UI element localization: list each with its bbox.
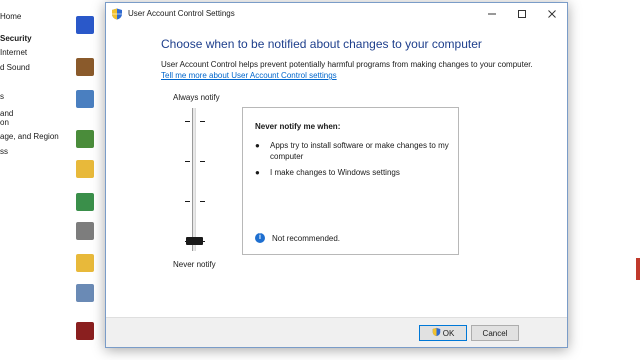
recommendation-text: Not recommended. (272, 234, 341, 243)
nav-item-ss[interactable]: ss (0, 147, 8, 156)
nav-item-security[interactable]: Security (0, 34, 32, 43)
nav-item-and[interactable]: and (0, 109, 13, 118)
ok-button[interactable]: OK (419, 325, 467, 341)
nav-item-home[interactable]: Home (0, 12, 21, 21)
dialog-footer: OK Cancel (106, 317, 567, 347)
uac-shield-icon (432, 327, 441, 339)
control-panel-icons (72, 0, 106, 360)
nav-item-on[interactable]: on (0, 118, 9, 127)
uac-shield-icon (111, 7, 123, 25)
ok-button-label: OK (442, 328, 455, 338)
info-title: Never notify me when: (255, 122, 341, 131)
background-scroll-marker (636, 258, 640, 280)
storage-icon[interactable] (76, 222, 94, 240)
slider-tick-left-3 (185, 161, 190, 162)
notification-level-slider[interactable] (176, 108, 212, 254)
uac-settings-dialog: User Account Control Settings Choose whe… (105, 2, 568, 348)
firewall-icon[interactable] (76, 58, 94, 76)
page-heading: Choose when to be notified about changes… (161, 37, 482, 51)
system-icon[interactable] (76, 90, 94, 108)
flag-icon[interactable] (76, 16, 94, 34)
tools-icon[interactable] (76, 284, 94, 302)
power-icon[interactable] (76, 130, 94, 148)
control-panel-nav: Home Security Internet d Sound s and on … (0, 0, 70, 360)
folder-icon[interactable] (76, 160, 94, 178)
description-text: User Account Control helps prevent poten… (161, 60, 533, 69)
slider-tick-left-4 (185, 121, 190, 122)
title-bar[interactable]: User Account Control Settings (106, 3, 567, 25)
slider-track[interactable] (192, 108, 196, 251)
learn-more-link[interactable]: Tell me more about User Account Control … (161, 71, 337, 80)
cancel-button-label: Cancel (482, 328, 508, 338)
info-bullet-text: I make changes to Windows settings (270, 168, 400, 177)
recovery-icon[interactable] (76, 193, 94, 211)
slider-tick-left-2 (185, 201, 190, 202)
slider-tick-right-4 (200, 121, 205, 122)
slider-bottom-label: Never notify (173, 260, 216, 269)
maximize-button[interactable] (507, 3, 537, 25)
slider-thumb[interactable] (186, 237, 203, 245)
info-icon: i (255, 233, 265, 243)
slider-top-label: Always notify (173, 93, 220, 102)
slider-tick-right-2 (200, 201, 205, 202)
slider-tick-right-3 (200, 161, 205, 162)
window-title: User Account Control Settings (128, 9, 235, 18)
folder-icon-2[interactable] (76, 254, 94, 272)
nav-item-sound[interactable]: d Sound (0, 63, 30, 72)
cancel-button[interactable]: Cancel (471, 325, 519, 341)
bullet-dot-icon: ● (255, 168, 260, 177)
nav-item-s[interactable]: s (0, 92, 4, 101)
close-button[interactable] (537, 3, 567, 25)
info-bullet-text: Apps try to install software or make cha… (270, 141, 449, 161)
nav-item-region[interactable]: age, and Region (0, 132, 59, 141)
flash-icon[interactable] (76, 322, 94, 340)
nav-item-internet[interactable]: Internet (0, 48, 27, 57)
setting-description-box: Never notify me when: ● Apps try to inst… (242, 107, 459, 255)
bullet-dot-icon: ● (255, 141, 260, 150)
minimize-button[interactable] (477, 3, 507, 25)
